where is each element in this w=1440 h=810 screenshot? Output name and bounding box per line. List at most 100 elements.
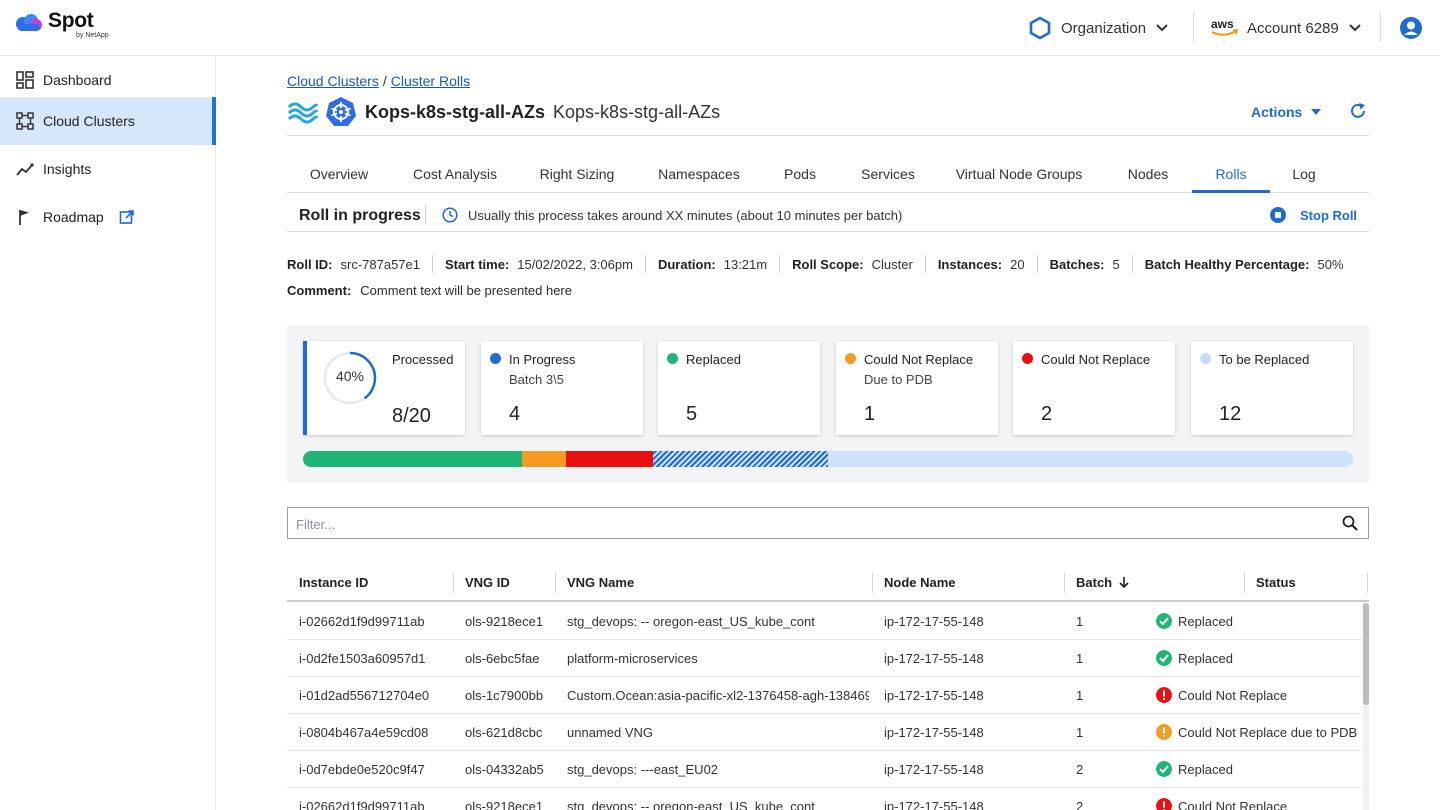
col-instance-id[interactable]: Instance ID xyxy=(299,575,368,590)
organization-icon xyxy=(1029,16,1051,40)
cell-vng-id: ols-6ebc5fae xyxy=(465,651,540,666)
cell-batch: 1 xyxy=(1076,725,1084,740)
page-title-row: Kops-k8s-stg-all-AZs Kops-k8s-stg-all-AZ… xyxy=(287,96,720,128)
roll-stats-panel: 40% Processed 8/20 In Progress Batch 3\5… xyxy=(287,325,1369,483)
organization-selector[interactable]: Organization xyxy=(1028,14,1169,42)
cell-node-name: ip-172-17-55-148 xyxy=(884,762,984,777)
svg-text:aws: aws xyxy=(1211,17,1234,31)
brand-sub: by NetApp xyxy=(76,32,109,39)
col-vng-name[interactable]: VNG Name xyxy=(567,575,634,590)
meta-divider xyxy=(1131,255,1133,273)
cell-status: Could Not Replace xyxy=(1178,799,1288,810)
in-progress-value: 4 xyxy=(509,403,521,425)
dashboard-icon xyxy=(16,71,34,89)
table-row[interactable]: i-01d2ad556712704e0 ols-1c7900bb Custom.Oc… xyxy=(287,677,1362,714)
to-be-replaced-label: To be Replaced xyxy=(1219,352,1310,367)
filter-box xyxy=(287,507,1369,539)
flag-icon xyxy=(19,210,29,225)
table-scrollbar[interactable] xyxy=(1363,603,1369,705)
user-avatar-icon[interactable] xyxy=(1399,16,1423,40)
in-progress-dot xyxy=(490,353,501,364)
table-row[interactable]: i-02662d1f9d99711ab ols-9218ece1 stg_devop… xyxy=(287,603,1362,640)
sidebar-item-roadmap[interactable]: Roadmap xyxy=(0,193,216,241)
error-circle-icon xyxy=(1156,687,1172,703)
to-be-replaced-dot xyxy=(1200,353,1211,364)
roll-progress-bar xyxy=(303,451,1353,467)
sidebar-item-cloud-clusters[interactable]: Cloud Clusters xyxy=(0,97,216,145)
cell-batch: 2 xyxy=(1076,762,1084,777)
column-divider xyxy=(1244,573,1245,593)
roll-id-value: src-787a57e1 xyxy=(340,256,421,272)
tab-services[interactable]: Services xyxy=(837,156,939,193)
cell-vng-id: ols-9218ece1 xyxy=(465,614,544,629)
account-selector[interactable]: aws Account 6289 xyxy=(1210,14,1362,42)
tab-nodes[interactable]: Nodes xyxy=(1099,156,1197,193)
cell-status: Replaced xyxy=(1178,762,1233,777)
cell-instance-id: i-02662d1f9d99711ab xyxy=(299,799,425,810)
could-not-replace-pdb-label: Could Not Replace xyxy=(864,352,974,367)
table-row[interactable]: i-0804b467a4e59cd08 ols-621d8cbc unnamed V… xyxy=(287,714,1362,751)
sidebar-item-insights[interactable]: Insights xyxy=(0,145,216,193)
roll-duration-note: Usually this process takes around XX min… xyxy=(468,208,903,223)
column-divider xyxy=(872,573,873,593)
cloud-clusters-icon xyxy=(16,112,34,130)
col-batch[interactable]: Batch xyxy=(1076,575,1130,590)
sidebar-item-label: Roadmap xyxy=(43,209,104,225)
cell-node-name: ip-172-17-55-148 xyxy=(884,651,984,666)
sidebar-item-label: Insights xyxy=(43,161,92,177)
spot-logo[interactable]: Spot by NetApp xyxy=(14,10,109,39)
breadcrumb-cluster-rolls[interactable]: Cluster Rolls xyxy=(391,73,470,89)
cell-batch: 1 xyxy=(1076,688,1084,703)
cell-vng-name: stg_devops: -- oregon-east_US_kube_cont xyxy=(567,614,815,629)
aws-logo-icon: aws xyxy=(1211,17,1238,36)
cell-vng-name: stg_devops: -- oregon-east_US_kube_cont xyxy=(567,799,815,810)
sidebar-item-label: Cloud Clusters xyxy=(43,113,135,129)
tab-cost-analysis[interactable]: Cost Analysis xyxy=(391,156,519,193)
tab-virtual-node-groups[interactable]: Virtual Node Groups xyxy=(939,156,1099,193)
batches-value: 5 xyxy=(1112,256,1120,272)
tab-right-sizing[interactable]: Right Sizing xyxy=(519,156,635,193)
check-circle-icon xyxy=(1156,613,1172,629)
cell-vng-id: ols-04332ab5 xyxy=(465,762,544,777)
tab-log[interactable]: Log xyxy=(1270,156,1338,193)
col-status[interactable]: Status xyxy=(1256,575,1296,590)
col-batch-label: Batch xyxy=(1076,575,1113,590)
col-node-name[interactable]: Node Name xyxy=(884,575,956,590)
check-circle-icon xyxy=(1156,761,1172,777)
cell-vng-name: Custom.Ocean:asia-pacific-xl2-1376458-ag… xyxy=(567,688,869,703)
cell-vng-name: stg_devops: ---east_EU02 xyxy=(567,762,719,777)
check-circle-icon xyxy=(1156,650,1172,666)
in-progress-batch: Batch 3\5 xyxy=(509,372,564,387)
filter-input[interactable] xyxy=(296,514,1316,534)
tab-pods[interactable]: Pods xyxy=(763,156,837,193)
spot-cloud-icon xyxy=(16,14,42,31)
breadcrumb-cloud-clusters[interactable]: Cloud Clusters xyxy=(287,73,379,89)
column-divider xyxy=(1064,573,1065,593)
tab-overview[interactable]: Overview xyxy=(287,156,391,193)
cell-vng-name: platform-microservices xyxy=(567,651,698,666)
external-link-icon[interactable] xyxy=(119,209,135,225)
start-time-label: Start time: xyxy=(445,256,510,272)
refresh-icon[interactable] xyxy=(1349,102,1367,120)
roll-status-bar: Roll in progress Usually this process ta… xyxy=(287,200,1369,232)
stop-roll-button[interactable]: Stop Roll xyxy=(1270,207,1357,223)
actions-dropdown[interactable]: Actions xyxy=(1251,104,1322,120)
tab-namespaces[interactable]: Namespaces xyxy=(635,156,763,193)
cell-status: Could Not Replace xyxy=(1178,688,1288,703)
sidebar-item-label: Dashboard xyxy=(43,72,112,88)
replaced-value: 5 xyxy=(686,403,698,425)
col-vng-id[interactable]: VNG ID xyxy=(465,575,510,590)
table-row[interactable]: i-0d2fe1503a60957d1 ols-6ebc5fae platform-… xyxy=(287,640,1362,677)
table-row[interactable]: i-0d7ebde0e520c9f47 ols-04332ab5 stg_devop… xyxy=(287,751,1362,788)
clock-icon xyxy=(442,207,458,223)
title-divider xyxy=(287,135,1369,136)
top-bar: Spot by NetApp Organization aws Account … xyxy=(0,0,1440,56)
cell-instance-id: i-0d2fe1503a60957d1 xyxy=(299,651,426,666)
search-icon[interactable] xyxy=(1342,515,1358,531)
batches-label: Batches: xyxy=(1049,256,1105,272)
to-be-replaced-value: 12 xyxy=(1219,403,1242,425)
table-row[interactable]: i-02662d1f9d99711ab ols-9218ece1 stg_devop… xyxy=(287,788,1362,810)
instances-value: 20 xyxy=(1010,256,1025,272)
tab-rolls[interactable]: Rolls xyxy=(1192,156,1270,193)
cell-instance-id: i-01d2ad556712704e0 xyxy=(299,688,430,703)
